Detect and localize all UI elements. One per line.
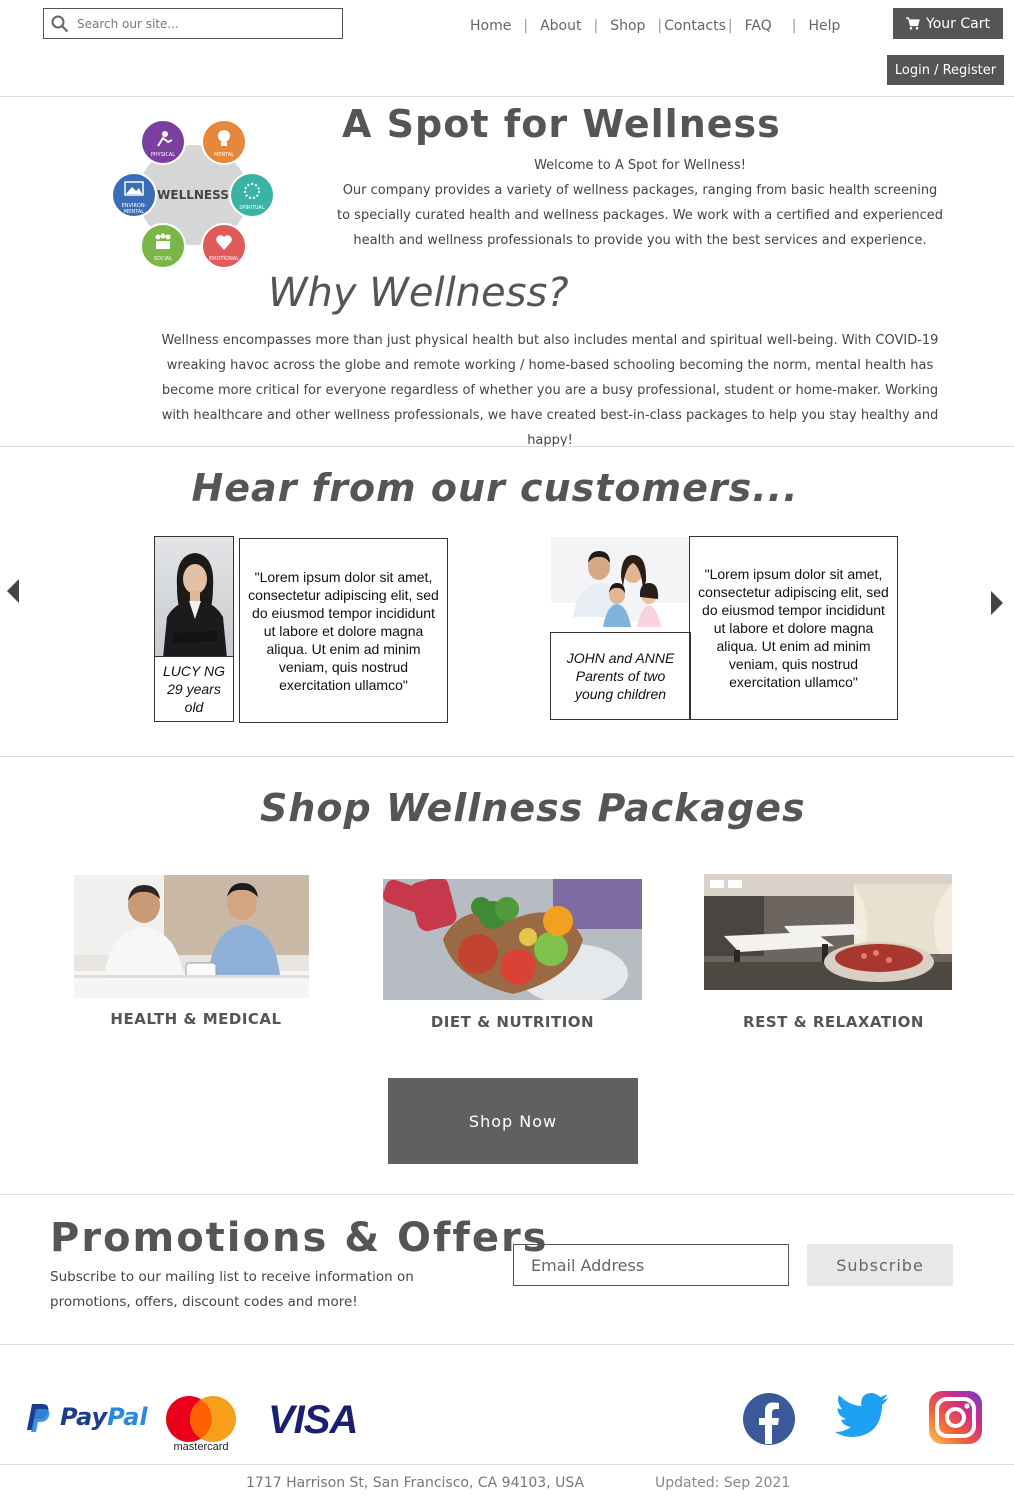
shop-heading: Shop Wellness Packages <box>260 786 806 830</box>
carousel-prev-arrow-icon[interactable] <box>7 579 19 603</box>
testimonial-quote: "Lorem ipsum dolor sit amet, consectetur… <box>239 538 448 723</box>
subscribe-button[interactable]: Subscribe <box>807 1244 953 1286</box>
emotional-icon: EMOTIONAL <box>201 223 247 269</box>
health-medical-image[interactable] <box>74 875 309 998</box>
wheel-center-label: WELLNESS <box>157 188 229 202</box>
quote-text: "Lorem ipsum dolor sit amet, consectetur… <box>698 566 889 690</box>
cart-button[interactable]: Your Cart <box>893 8 1003 39</box>
footer-updated: Updated: Sep 2021 <box>655 1475 791 1491</box>
customer-name: JOHN and ANNE <box>566 650 675 666</box>
customer-description: old <box>184 699 204 715</box>
footer-address: 1717 Harrison St, San Francisco, CA 9410… <box>246 1475 585 1491</box>
email-field[interactable] <box>531 1255 771 1275</box>
instagram-icon[interactable] <box>929 1391 982 1444</box>
divider <box>0 1194 1014 1195</box>
nav-home[interactable]: Home <box>470 18 511 34</box>
main-nav: Home | About | Shop | Contacts | FAQ | H… <box>470 18 840 34</box>
facebook-icon[interactable] <box>742 1392 796 1446</box>
paypal-logo: PayPal <box>26 1402 148 1432</box>
customer-name: LUCY NG <box>163 663 225 679</box>
customer-name-box: JOHN and ANNE Parents of two young child… <box>550 632 691 720</box>
welcome-text: Welcome to A Spot for Wellness! <box>534 158 746 173</box>
customer-photo-family <box>550 536 690 633</box>
paypal-icon <box>27 1404 50 1432</box>
wheel-label-mental: MENTAL <box>214 152 234 158</box>
package-label-diet-nutrition[interactable]: DIET & NUTRITION <box>383 1013 642 1031</box>
physical-icon: PHYSICAL <box>140 119 186 165</box>
visa-logo: VISA <box>268 1398 358 1442</box>
email-field-wrapper[interactable] <box>513 1244 789 1286</box>
social-icon: SOCIAL <box>140 223 186 269</box>
nav-help[interactable]: Help <box>808 18 840 34</box>
nav-separator: | <box>727 18 733 34</box>
rest-relaxation-image[interactable] <box>704 874 952 990</box>
wheel-label-physical: PHYSICAL <box>151 152 175 158</box>
divider <box>0 1344 1014 1345</box>
wellness-wheel-graphic: PHYSICAL MENTAL SPIRITUAL EMOTIONAL SOCI… <box>111 119 275 269</box>
divider <box>0 446 1014 447</box>
shop-now-button[interactable]: Shop Now <box>388 1078 638 1164</box>
divider <box>0 1464 1014 1465</box>
cart-label: Your Cart <box>926 15 990 32</box>
wheel-label-emotional: EMOTIONAL <box>209 256 239 262</box>
search-input[interactable] <box>77 16 327 31</box>
intro-paragraph: Our company provides a variety of wellne… <box>336 183 943 248</box>
wheel-label-social: SOCIAL <box>154 256 172 262</box>
mental-icon: MENTAL <box>201 119 247 165</box>
carousel-next-arrow-icon[interactable] <box>991 591 1003 615</box>
nav-about[interactable]: About <box>540 18 581 34</box>
cart-icon <box>906 17 920 30</box>
package-label-rest-relaxation[interactable]: REST & RELAXATION <box>704 1013 963 1031</box>
nav-separator: | <box>657 18 663 34</box>
package-label-health-medical[interactable]: HEALTH & MEDICAL <box>74 1010 318 1028</box>
nav-shop[interactable]: Shop <box>610 18 645 34</box>
mastercard-wordmark: mastercard <box>173 1441 229 1453</box>
customer-description: 29 years <box>167 681 221 697</box>
spiritual-icon: SPIRITUAL <box>229 172 275 218</box>
wheel-label-spiritual: SPIRITUAL <box>239 205 265 211</box>
promotions-heading: Promotions & Offers <box>50 1215 549 1261</box>
nav-separator: | <box>593 18 599 34</box>
search-icon <box>51 15 69 32</box>
testimonials-heading: Hear from our customers... <box>191 466 799 510</box>
svg-text:MENTAL: MENTAL <box>124 209 144 215</box>
customer-photo-lucy <box>154 536 234 657</box>
why-wellness-paragraph: Wellness encompasses more than just phys… <box>161 333 939 448</box>
divider <box>0 96 1014 97</box>
environmental-icon: ENVIRON- MENTAL <box>111 172 157 218</box>
search-box[interactable] <box>43 8 343 39</box>
nav-faq[interactable]: FAQ <box>745 18 772 34</box>
nav-separator: | <box>523 18 529 34</box>
nav-separator: | <box>791 18 797 34</box>
why-wellness-heading: Why Wellness? <box>268 270 569 316</box>
twitter-icon[interactable] <box>835 1393 889 1439</box>
promotions-text: Subscribe to our mailing list to receive… <box>50 1269 414 1310</box>
login-register-button[interactable]: Login / Register <box>887 55 1004 85</box>
page-title: A Spot for Wellness <box>342 102 781 146</box>
quote-text: "Lorem ipsum dolor sit amet, consectetur… <box>248 568 439 693</box>
customer-description: young children <box>574 686 667 702</box>
divider <box>0 756 1014 757</box>
customer-name-box: LUCY NG 29 years old <box>154 656 234 722</box>
customer-description: Parents of two <box>575 668 666 684</box>
nav-contacts[interactable]: Contacts <box>664 18 726 34</box>
diet-nutrition-image[interactable] <box>383 879 642 1000</box>
testimonial-quote: "Lorem ipsum dolor sit amet, consectetur… <box>689 536 898 720</box>
paypal-wordmark: PayPal <box>60 1403 148 1431</box>
